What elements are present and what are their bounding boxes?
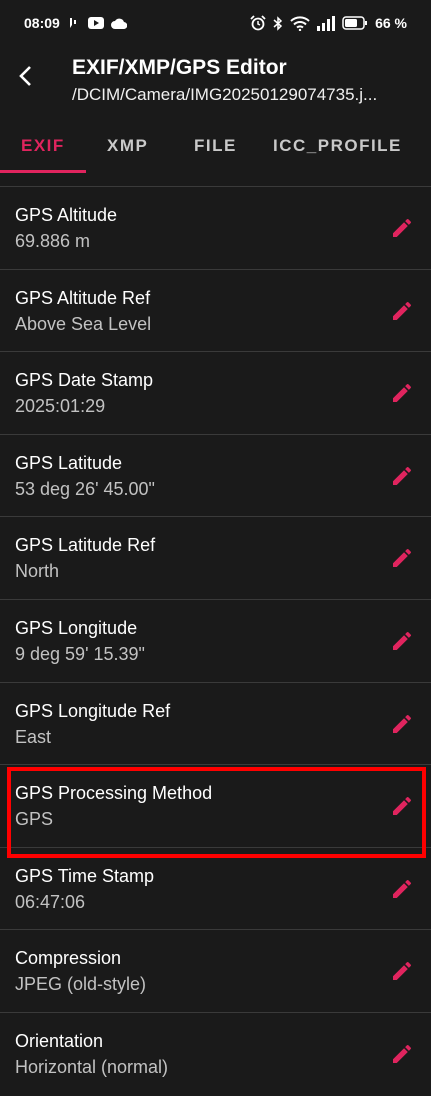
edit-button[interactable]	[389, 545, 415, 571]
pencil-icon	[393, 879, 412, 898]
pencil-icon	[393, 714, 412, 733]
pencil-icon	[393, 466, 412, 485]
list-item[interactable]: GPS Time Stamp 06:47:06	[0, 848, 431, 931]
pencil-icon	[393, 797, 412, 816]
wifi-icon	[290, 15, 310, 31]
tag-value: North	[15, 561, 60, 582]
file-path: /DCIM/Camera/IMG20250129074735.j...	[72, 85, 378, 104]
tag-name: GPS Altitude	[15, 205, 118, 225]
pencil-icon	[393, 549, 412, 568]
arrow-back-icon	[19, 66, 31, 86]
edit-button[interactable]	[389, 380, 415, 406]
exif-tag-list: GPS Altitude 69.886 m GPS Altitude Ref A…	[0, 187, 431, 1096]
tag-value: 69.886 m	[15, 231, 91, 251]
voicemail-icon	[67, 16, 81, 30]
tab-file[interactable]: FILE	[194, 120, 237, 172]
tag-value: 53 deg 26' 45.00"	[15, 478, 155, 499]
tag-name: GPS Longitude Ref	[15, 700, 171, 721]
list-item[interactable]: GPS Altitude 69.886 m	[0, 187, 431, 270]
bluetooth-icon	[273, 15, 283, 31]
edit-button[interactable]	[389, 298, 415, 324]
edit-button[interactable]	[389, 876, 415, 902]
app-bar: EXIF/XMP/GPS Editor /DCIM/Camera/IMG2025…	[0, 46, 431, 120]
tag-name: GPS Latitude Ref	[15, 535, 156, 556]
edit-button[interactable]	[389, 463, 415, 489]
pencil-icon	[393, 218, 412, 237]
list-item[interactable]: GPS Longitude Ref East	[0, 683, 431, 766]
pencil-icon	[393, 962, 412, 981]
tag-value: Horizontal (normal)	[15, 1056, 169, 1077]
pencil-icon	[393, 631, 412, 650]
tag-value: East	[15, 726, 52, 747]
pencil-icon	[393, 1044, 412, 1063]
list-item[interactable]: GPS Processing Method GPS	[0, 765, 431, 848]
tag-name: Compression	[15, 948, 122, 969]
list-item[interactable]: Orientation Horizontal (normal)	[0, 1013, 431, 1096]
tag-value: JPEG (old-style)	[15, 974, 147, 995]
alarm-icon	[250, 15, 266, 31]
tab-bar: EXIF XMP FILE ICC_PROFILE	[0, 120, 431, 172]
page-title: EXIF/XMP/GPS Editor	[72, 56, 287, 79]
edit-button[interactable]	[389, 958, 415, 984]
status-time: 08:09	[24, 15, 60, 31]
tag-name: GPS Processing Method	[15, 783, 213, 804]
status-bar: 08:09 66 %	[0, 0, 431, 46]
edit-button[interactable]	[389, 793, 415, 819]
list-item[interactable]: GPS Altitude Ref Above Sea Level	[0, 270, 431, 353]
edit-button[interactable]	[389, 628, 415, 654]
list-item[interactable]: GPS Longitude 9 deg 59' 15.39"	[0, 600, 431, 683]
edit-button[interactable]	[389, 215, 415, 241]
tag-value: Above Sea Level	[15, 313, 152, 334]
tab-indicator	[0, 170, 86, 173]
tag-name: Orientation	[15, 1030, 104, 1051]
cloud-icon	[110, 18, 127, 29]
edit-button[interactable]	[389, 1041, 415, 1067]
pencil-icon	[393, 301, 412, 320]
tab-exif[interactable]: EXIF	[21, 120, 65, 172]
tag-name: GPS Time Stamp	[15, 865, 155, 886]
tag-name: GPS Longitude	[15, 617, 138, 638]
list-item[interactable]: GPS Latitude 53 deg 26' 45.00"	[0, 435, 431, 518]
tag-value: 06:47:06	[15, 891, 86, 912]
list-item[interactable]: GPS Date Stamp 2025:01:29	[0, 352, 431, 435]
list-item[interactable]: Compression JPEG (old-style)	[0, 930, 431, 1013]
tag-value: 2025:01:29	[15, 396, 106, 417]
signal-icon	[317, 15, 336, 31]
tab-icc-profile[interactable]: ICC_PROFILE	[273, 120, 402, 172]
tag-name: GPS Latitude	[15, 452, 123, 473]
back-button[interactable]	[10, 60, 42, 92]
tag-value: GPS	[15, 809, 54, 830]
youtube-icon	[87, 17, 104, 29]
tag-name: GPS Date Stamp	[15, 370, 154, 391]
pencil-icon	[393, 384, 412, 403]
tag-value: 9 deg 59' 15.39"	[15, 643, 145, 664]
battery-percent: 66 %	[375, 15, 407, 31]
tab-xmp[interactable]: XMP	[107, 120, 148, 172]
list-item[interactable]: GPS Latitude Ref North	[0, 517, 431, 600]
battery-icon	[342, 16, 368, 30]
edit-button[interactable]	[389, 711, 415, 737]
tag-name: GPS Altitude Ref	[15, 287, 151, 308]
